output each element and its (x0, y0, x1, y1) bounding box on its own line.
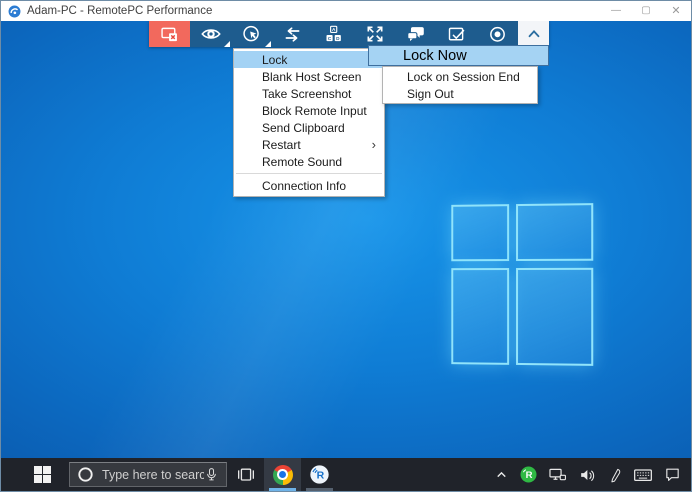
action-center-icon[interactable] (664, 466, 681, 483)
menu-item-block-remote-input[interactable]: Block Remote Input (234, 102, 384, 119)
submenu-item-lock-now[interactable]: Lock Now (368, 45, 549, 66)
svg-text:D: D (336, 35, 340, 41)
hidden-icons-chevron-icon[interactable] (494, 467, 509, 482)
windows-ink-icon[interactable] (607, 467, 622, 483)
windows-logo-pane (451, 268, 509, 365)
lock-submenu: Lock on Session End Sign Out (382, 66, 538, 104)
submenu-item-lock-on-session-end[interactable]: Lock on Session End (383, 68, 537, 85)
dropdown-corner-indicator (265, 41, 271, 47)
remotepc-icon: R (309, 464, 330, 485)
remote-control-icon (241, 24, 262, 45)
dropdown-corner-indicator (224, 41, 230, 47)
active-app-underline (269, 488, 296, 491)
submenu-item-label: Lock Now (403, 48, 467, 64)
submenu-item-label: Lock on Session End (407, 70, 520, 84)
remote-session-window: Adam-PC - RemotePC Performance — ▢ ✕ (0, 0, 692, 492)
windows-logo-pane (516, 268, 593, 366)
window-controls: — ▢ ✕ (601, 1, 691, 21)
task-view-button[interactable] (227, 458, 264, 491)
menu-item-label: Connection Info (262, 179, 346, 193)
start-button[interactable] (15, 458, 69, 491)
running-app-underline (306, 488, 333, 491)
collapse-toolbar-button[interactable] (518, 21, 549, 47)
task-view-icon (236, 465, 256, 485)
windows-logo-pane (516, 203, 593, 261)
close-button[interactable]: ✕ (661, 1, 691, 21)
search-placeholder: Type here to search (102, 468, 204, 482)
whiteboard-pen-icon (446, 24, 467, 45)
microphone-icon[interactable] (204, 467, 219, 482)
end-session-button[interactable] (149, 21, 190, 47)
scale-screen-button[interactable] (354, 21, 395, 47)
session-toolbar: A C D (149, 21, 549, 47)
view-modes-button[interactable] (190, 21, 231, 47)
menu-item-label: Lock (262, 53, 287, 67)
menu-item-blank-host-screen[interactable]: Blank Host Screen (234, 68, 384, 85)
submenu-item-label: Sign Out (407, 87, 454, 101)
chrome-icon (273, 465, 293, 485)
chevron-up-icon (525, 25, 543, 43)
menu-item-restart[interactable]: Restart › (234, 136, 384, 153)
chrome-taskbar-button[interactable] (264, 458, 301, 491)
menu-item-label: Send Clipboard (262, 121, 345, 135)
taskbar-search-input[interactable]: Type here to search (69, 462, 227, 487)
swap-arrows-icon (282, 24, 303, 45)
remote-desktop-view[interactable]: A C D (1, 21, 691, 491)
menu-item-lock[interactable]: Lock (234, 51, 384, 68)
windows-logo-pane (451, 204, 509, 261)
menu-item-label: Take Screenshot (262, 87, 351, 101)
hotkeys-button[interactable]: A C D (313, 21, 354, 47)
remotepc-taskbar-button[interactable]: R (301, 458, 338, 491)
wallpaper-windows-logo (451, 203, 593, 366)
abc-blocks-icon: A C D (323, 24, 344, 45)
record-icon (487, 24, 508, 45)
remotepc-app-icon (8, 5, 21, 18)
menu-item-label: Block Remote Input (262, 104, 367, 118)
submenu-arrow-icon: › (372, 137, 376, 152)
cortana-icon (77, 466, 94, 483)
maximize-button[interactable]: ▢ (631, 1, 661, 21)
submenu-item-sign-out[interactable]: Sign Out (383, 85, 537, 102)
svg-text:R: R (526, 470, 533, 481)
file-transfer-button[interactable] (272, 21, 313, 47)
svg-text:A: A (332, 27, 336, 33)
menu-item-connection-info[interactable]: Connection Info (234, 177, 384, 194)
svg-text:C: C (328, 35, 332, 41)
minimize-button[interactable]: — (601, 1, 631, 21)
remotepc-status-icon[interactable]: R (520, 466, 537, 483)
menu-separator (236, 173, 382, 174)
menu-item-label: Blank Host Screen (262, 70, 361, 84)
remote-options-button[interactable] (231, 21, 272, 47)
expand-arrows-icon (365, 24, 385, 44)
menu-item-remote-sound[interactable]: Remote Sound (234, 153, 384, 170)
monitor-x-icon (159, 24, 180, 45)
windows-start-icon (34, 466, 51, 483)
chat-bubbles-icon (405, 23, 427, 45)
window-title: Adam-PC - RemotePC Performance (27, 5, 212, 17)
system-tray: R (494, 466, 691, 483)
chat-button[interactable] (395, 21, 436, 47)
network-icon[interactable] (548, 466, 567, 483)
menu-item-send-clipboard[interactable]: Send Clipboard (234, 119, 384, 136)
touch-keyboard-icon[interactable] (633, 467, 653, 483)
menu-item-take-screenshot[interactable]: Take Screenshot (234, 85, 384, 102)
taskbar: Type here to search (1, 458, 691, 491)
menu-item-label: Remote Sound (262, 155, 342, 169)
titlebar: Adam-PC - RemotePC Performance — ▢ ✕ (1, 1, 691, 21)
menu-item-label: Restart (262, 138, 301, 152)
svg-text:R: R (317, 470, 325, 482)
remote-options-menu: Lock Blank Host Screen Take Screenshot B… (233, 48, 385, 197)
record-session-button[interactable] (477, 21, 518, 47)
eye-icon (200, 23, 222, 45)
volume-icon[interactable] (578, 467, 596, 483)
whiteboard-button[interactable] (436, 21, 477, 47)
